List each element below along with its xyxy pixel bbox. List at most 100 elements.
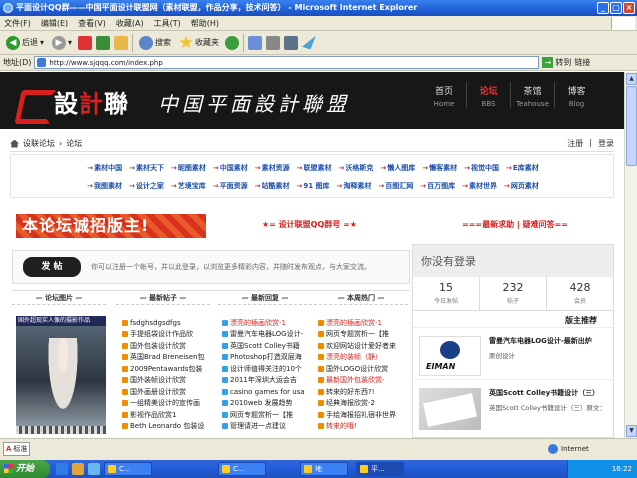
favorites-button[interactable]: 收藏夹 xyxy=(177,33,221,53)
hot-item[interactable]: 欢迎网站设计爱好者来 xyxy=(318,340,414,352)
breadcrumb-site[interactable]: 设联论坛 xyxy=(23,138,55,149)
item-title[interactable]: 英国Brad Breneisen包 xyxy=(130,352,205,362)
reply-item[interactable]: casino games for usa xyxy=(222,386,318,398)
reply-item[interactable]: 网页专题赏析一【推 xyxy=(222,409,318,421)
resource-link[interactable]: 百万图库 xyxy=(420,181,455,195)
item-title[interactable]: 网页专题赏析一【推 xyxy=(326,329,389,339)
resource-link[interactable]: 设计之家 xyxy=(129,181,164,195)
item-title[interactable]: 2009Pentawards包装 xyxy=(130,364,202,374)
resource-link[interactable]: 中国素材 xyxy=(213,163,248,177)
new-post-item[interactable]: 影视作品欣赏1 xyxy=(122,409,218,421)
item-title[interactable]: 国外包装设计欣赏 xyxy=(130,341,186,351)
resource-link[interactable]: E库素材 xyxy=(506,163,539,177)
reply-item[interactable]: 雷曼汽车电器LOG设计- xyxy=(222,329,318,341)
item-title[interactable]: Beth Leonardo 包装设 xyxy=(130,421,204,431)
vertical-scrollbar[interactable]: ▲ ▼ xyxy=(624,72,637,438)
hot-item[interactable]: 手绘海报招礼宿非世界 xyxy=(318,409,414,421)
scroll-thumb[interactable] xyxy=(626,86,637,166)
item-title[interactable]: 国外装帧设计欣赏 xyxy=(130,375,186,385)
resource-link[interactable]: 艺境宝库 xyxy=(171,181,206,195)
refresh-icon[interactable] xyxy=(96,35,111,50)
card-title[interactable]: 英国Scott Colley书籍设计（三） xyxy=(489,388,609,398)
home-icon[interactable] xyxy=(114,35,129,50)
hot-item[interactable]: 转来的哦! xyxy=(318,421,414,433)
messenger-icon[interactable] xyxy=(302,35,317,50)
resource-link[interactable]: 平面资源 xyxy=(213,181,248,195)
item-title[interactable]: 设计师值得关注的10个 xyxy=(230,364,302,374)
nav-blog[interactable]: 博客 Blog xyxy=(554,82,598,108)
mail-icon[interactable] xyxy=(248,35,263,50)
menu-view[interactable]: 查看(V) xyxy=(78,18,106,29)
nav-bbs[interactable]: 论坛 BBS xyxy=(466,82,510,108)
item-title[interactable]: 漂亮的插画欣赏-1 xyxy=(230,318,286,328)
item-title[interactable]: 网页专题赏析一【推 xyxy=(230,410,293,420)
item-title[interactable]: 国外LOGO设计欣赏 xyxy=(326,364,388,374)
new-post-item[interactable]: 2009Pentawards包装 xyxy=(122,363,218,375)
ie-quicklaunch-icon[interactable] xyxy=(56,463,68,475)
menu-file[interactable]: 文件(F) xyxy=(4,18,31,29)
hot-item[interactable]: 漂亮的装帧（静） xyxy=(318,352,414,364)
menu-favorites[interactable]: 收藏(A) xyxy=(116,18,144,29)
item-title[interactable]: 雷曼汽车电器LOG设计- xyxy=(230,329,303,339)
new-post-item[interactable]: fsdghsdgsdfgs xyxy=(122,317,218,329)
recommended-card[interactable]: EIMAN 雷曼汽车电器LOG设计-最新出炉 原创设计 xyxy=(413,327,613,379)
item-title[interactable]: 手提纸袋设计作品欣 xyxy=(130,329,193,339)
item-title[interactable]: casino games for usa xyxy=(230,388,305,396)
resource-link[interactable]: 素材中国 xyxy=(87,163,122,177)
item-title[interactable]: 漂亮的插画欣赏-1 xyxy=(326,318,382,328)
item-title[interactable]: 最新国外包装欣赏- xyxy=(326,375,385,385)
item-title[interactable]: 英国Scott Colley书籍 xyxy=(230,341,300,351)
taskbar-item[interactable]: C... xyxy=(104,462,152,476)
register-link[interactable]: 注册 xyxy=(567,138,583,149)
resource-link[interactable]: 淘释素材 xyxy=(337,181,371,195)
new-post-item[interactable]: 一组精美设计的宣传画 xyxy=(122,398,218,410)
reply-item[interactable]: 漂亮的插画欣赏-1 xyxy=(222,317,318,329)
item-title[interactable]: 管理请进一点建议 xyxy=(230,421,286,431)
resource-link[interactable]: 素材世界 xyxy=(462,181,497,195)
maximize-button[interactable]: □ xyxy=(610,2,622,14)
item-title[interactable]: Photoshop打造双层海 xyxy=(230,352,302,362)
hot-item[interactable]: 网页专题赏析一【推 xyxy=(318,329,414,341)
reply-item[interactable]: 2010web 发展趋势 xyxy=(222,398,318,410)
resource-link[interactable]: 站酷素材 xyxy=(255,181,289,195)
resource-link[interactable]: 素材天下 xyxy=(129,163,164,177)
menu-tools[interactable]: 工具(T) xyxy=(154,18,181,29)
nav-home[interactable]: 首页 Home xyxy=(422,82,466,108)
minimize-button[interactable]: _ xyxy=(597,2,609,14)
hot-item[interactable]: 经典海报欣赏-2 xyxy=(318,398,414,410)
history-icon[interactable] xyxy=(225,35,240,50)
reply-item[interactable]: 管理请进一点建议 xyxy=(222,421,318,433)
resource-link[interactable]: 懒人图库 xyxy=(380,163,415,177)
resource-link[interactable]: 91 图库 xyxy=(296,181,329,195)
home-icon[interactable] xyxy=(10,139,19,148)
taskbar-item[interactable]: C... xyxy=(218,462,266,476)
qq-group-link[interactable]: ★= 设计联盟QQ群号 =★ xyxy=(262,219,357,230)
featured-image[interactable]: 国外超现实人像的摄影作品 xyxy=(16,316,106,434)
item-title[interactable]: 2011年深圳大运会吉 xyxy=(230,375,297,385)
hot-item[interactable]: 国外LOGO设计欣赏 xyxy=(318,363,414,375)
new-post-item[interactable]: 英国Brad Breneisen包 xyxy=(122,352,218,364)
promo-banner[interactable]: 本论坛诚招版主! xyxy=(16,214,206,238)
media-quicklaunch-icon[interactable] xyxy=(88,463,100,475)
card-title[interactable]: 雷曼汽车电器LOG设计-最新出炉 xyxy=(489,336,609,346)
hot-item[interactable]: 转来的好东西?! xyxy=(318,386,414,398)
resource-link[interactable]: 我图素材 xyxy=(87,181,122,195)
scroll-down-button[interactable]: ▼ xyxy=(626,425,637,437)
resource-link[interactable]: 昵图素材 xyxy=(171,163,206,177)
taskbar-item[interactable]: 地 xyxy=(300,462,348,476)
new-post-item[interactable]: 国外装帧设计欣赏 xyxy=(122,375,218,387)
search-button[interactable]: 搜索 xyxy=(137,33,173,53)
resource-link[interactable]: 懒客素材 xyxy=(422,163,457,177)
item-title[interactable]: 转来的好东西?! xyxy=(326,387,375,397)
new-post-button[interactable]: 发 帖 xyxy=(23,257,81,277)
login-link[interactable]: 登录 xyxy=(598,138,614,149)
resource-link[interactable]: 视觉中国 xyxy=(464,163,499,177)
breadcrumb-forum[interactable]: 论坛 xyxy=(66,138,82,149)
edit-icon[interactable] xyxy=(284,35,299,50)
item-title[interactable]: fsdghsdgsdfgs xyxy=(130,319,181,327)
go-button[interactable]: → 转到 xyxy=(542,57,571,68)
new-post-item[interactable]: 手提纸袋设计作品欣 xyxy=(122,329,218,341)
reply-item[interactable]: 设计师值得关注的10个 xyxy=(222,363,318,375)
close-button[interactable]: × xyxy=(623,2,635,14)
site-logo[interactable]: 設計聯 xyxy=(16,84,129,119)
